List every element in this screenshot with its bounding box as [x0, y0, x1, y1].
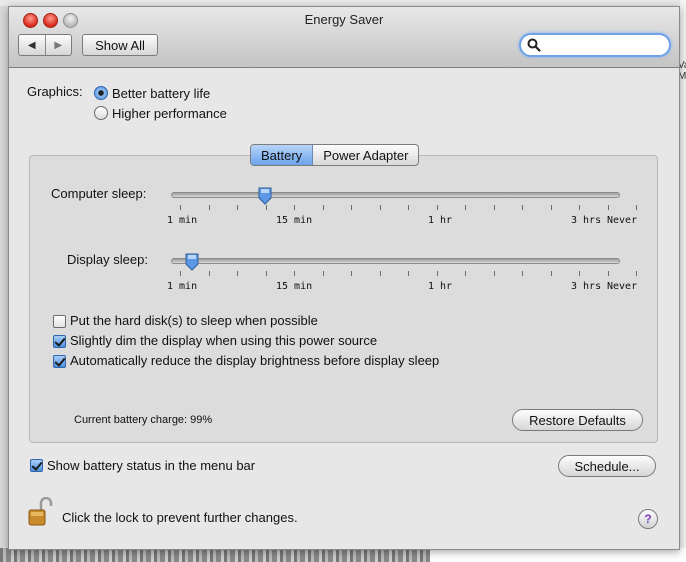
- computer-sleep-tick: [636, 205, 637, 210]
- display-sleep-tick: [322, 271, 324, 276]
- checkbox-hard-disk-sleep[interactable]: [53, 315, 66, 328]
- computer-sleep-tick-label: 1 min: [167, 215, 198, 226]
- checkbox-dim-display-label[interactable]: Slightly dim the display when using this…: [70, 333, 377, 348]
- schedule-button[interactable]: Schedule...: [558, 455, 656, 477]
- computer-sleep-tick-label: 1 hr: [428, 215, 453, 226]
- display-sleep-tick: [522, 271, 523, 276]
- display-sleep-tick-label: 1 min: [167, 281, 198, 292]
- computer-sleep-tick: [379, 205, 381, 210]
- display-sleep-tick: [493, 271, 495, 276]
- computer-sleep-tick-label: Never: [607, 215, 638, 226]
- tab-power-adapter[interactable]: Power Adapter: [313, 145, 418, 165]
- computer-sleep-tick: [436, 205, 438, 210]
- computer-sleep-tick: [607, 205, 609, 210]
- back-arrow-icon: ◀: [27, 39, 36, 51]
- checkbox-show-battery-status-label[interactable]: Show battery status in the menu bar: [47, 458, 255, 473]
- checkbox-hard-disk-sleep-label[interactable]: Put the hard disk(s) to sleep when possi…: [70, 313, 318, 328]
- display-sleep-tick: [465, 271, 466, 276]
- display-sleep-tick: [436, 271, 438, 276]
- display-sleep-tick: [379, 271, 381, 276]
- display-sleep-tick: [408, 271, 409, 276]
- computer-sleep-tick: [408, 205, 409, 210]
- computer-sleep-tick: [322, 205, 324, 210]
- desktop-wallpaper-strip: [0, 548, 430, 562]
- forward-button[interactable]: ▶: [44, 35, 72, 55]
- back-forward-group: ◀ ▶: [18, 34, 72, 56]
- help-button[interactable]: ?: [638, 509, 658, 529]
- energy-saver-window: Energy Saver ◀ ▶ Show All Graphics: Bett…: [8, 6, 680, 550]
- display-sleep-tick: [208, 271, 210, 276]
- window-title: Energy Saver: [304, 12, 384, 27]
- display-sleep-tick: [351, 271, 352, 276]
- display-sleep-tick: [180, 271, 181, 276]
- desktop-white-strip: [430, 548, 686, 562]
- radio-higher-performance[interactable]: [94, 106, 108, 120]
- display-sleep-tick-label: 1 hr: [428, 281, 453, 292]
- computer-sleep-tick: [294, 205, 295, 210]
- computer-sleep-thumb[interactable]: [258, 187, 272, 205]
- computer-sleep-tick: [180, 205, 181, 210]
- title-bar: Energy Saver ◀ ▶ Show All: [9, 7, 679, 68]
- display-sleep-tick: [237, 271, 238, 276]
- computer-sleep-label: Computer sleep:: [51, 186, 147, 201]
- display-sleep-label: Display sleep:: [67, 252, 148, 267]
- display-sleep-tick-label: 15 min: [276, 281, 313, 292]
- display-sleep-track[interactable]: [171, 258, 620, 264]
- forward-arrow-icon: ▶: [54, 39, 63, 51]
- restore-defaults-button[interactable]: Restore Defaults: [512, 409, 643, 431]
- display-sleep-tick: [579, 271, 580, 276]
- search-input[interactable]: [543, 36, 667, 54]
- graphics-label: Graphics:: [27, 84, 83, 99]
- radio-higher-performance-label[interactable]: Higher performance: [112, 106, 227, 121]
- computer-sleep-tick-label: 3 hrs: [571, 215, 602, 226]
- computer-sleep-tick: [237, 205, 238, 210]
- checkbox-dim-display[interactable]: [53, 335, 66, 348]
- computer-sleep-tick: [208, 205, 210, 210]
- computer-sleep-tick: [265, 205, 267, 210]
- radio-better-battery-life-label[interactable]: Better battery life: [112, 86, 210, 101]
- computer-sleep-tick: [550, 205, 552, 210]
- back-button[interactable]: ◀: [19, 35, 45, 55]
- display-sleep-tick: [294, 271, 295, 276]
- computer-sleep-tick: [351, 205, 352, 210]
- checkbox-reduce-brightness[interactable]: [53, 355, 66, 368]
- search-icon: [527, 38, 541, 52]
- display-sleep-tick: [550, 271, 552, 276]
- computer-sleep-track[interactable]: [171, 192, 620, 198]
- checkbox-show-battery-status[interactable]: [30, 459, 43, 472]
- display-sleep-tick: [607, 271, 609, 276]
- computer-sleep-tick-label: 15 min: [276, 215, 313, 226]
- power-source-tabs: Battery Power Adapter: [250, 144, 420, 166]
- search-field[interactable]: [519, 33, 671, 57]
- computer-sleep-tick: [579, 205, 580, 210]
- computer-sleep-tick: [493, 205, 495, 210]
- show-all-button[interactable]: Show All: [82, 34, 158, 56]
- computer-sleep-tick: [522, 205, 523, 210]
- display-sleep-tick-label: 3 hrs: [571, 281, 602, 292]
- computer-sleep-tick: [465, 205, 466, 210]
- display-sleep-tick: [265, 271, 267, 276]
- desktop-right-edge: [680, 0, 686, 562]
- display-sleep-tick-label: Never: [607, 281, 638, 292]
- unlocked-padlock-icon[interactable]: [27, 497, 55, 527]
- display-sleep-thumb[interactable]: [185, 253, 199, 271]
- checkbox-reduce-brightness-label[interactable]: Automatically reduce the display brightn…: [70, 353, 439, 368]
- display-sleep-tick: [636, 271, 637, 276]
- tab-battery[interactable]: Battery: [251, 145, 314, 165]
- lock-message: Click the lock to prevent further change…: [62, 510, 298, 525]
- battery-charge-status: Current battery charge: 99%: [74, 414, 213, 426]
- radio-better-battery-life[interactable]: [94, 86, 108, 100]
